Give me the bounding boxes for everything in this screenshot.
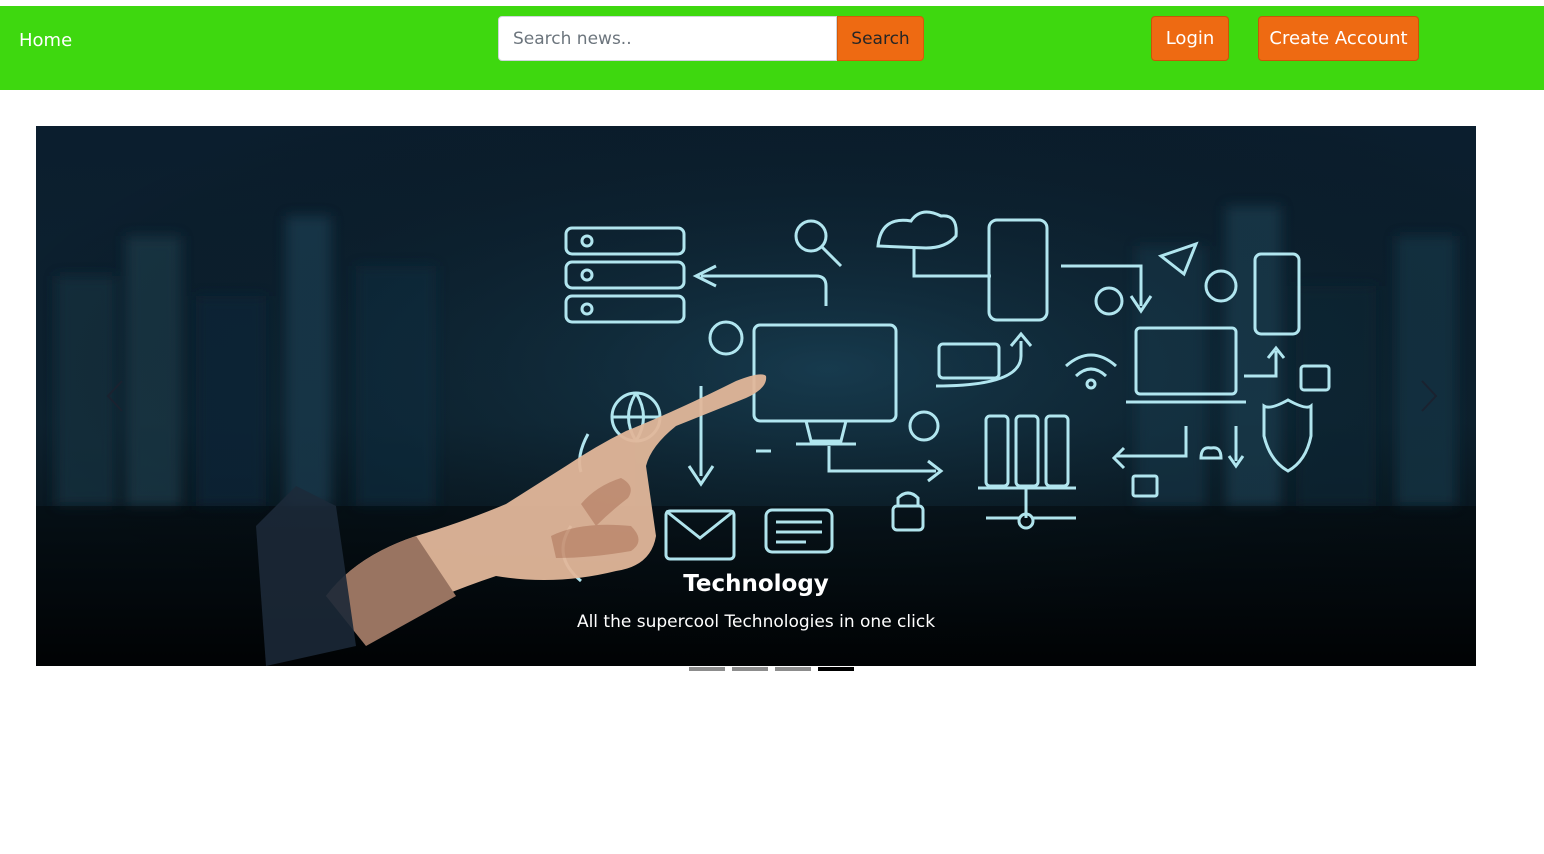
carousel-indicators [689,667,854,671]
slide-title: Technology [683,571,829,597]
search-input[interactable] [498,16,837,61]
carousel-prev-button[interactable] [96,376,136,416]
chevron-left-icon [106,380,123,412]
navbar: Home Search Login Create Account [0,6,1544,90]
hero-carousel: Technology All the supercool Technologie… [36,126,1476,666]
slide-description: All the supercool Technologies in one cl… [576,612,936,632]
search-button[interactable]: Search [837,16,924,61]
login-button[interactable]: Login [1151,16,1229,61]
home-link[interactable]: Home [19,30,72,52]
carousel-indicator-active[interactable] [818,667,854,671]
carousel-indicator[interactable] [732,667,768,671]
carousel-next-button[interactable] [1408,376,1448,416]
carousel-indicator[interactable] [775,667,811,671]
chevron-right-icon [1421,380,1438,412]
slide-caption: Technology All the supercool Technologie… [36,566,1476,633]
create-account-button[interactable]: Create Account [1258,16,1419,61]
carousel-indicator[interactable] [689,667,725,671]
